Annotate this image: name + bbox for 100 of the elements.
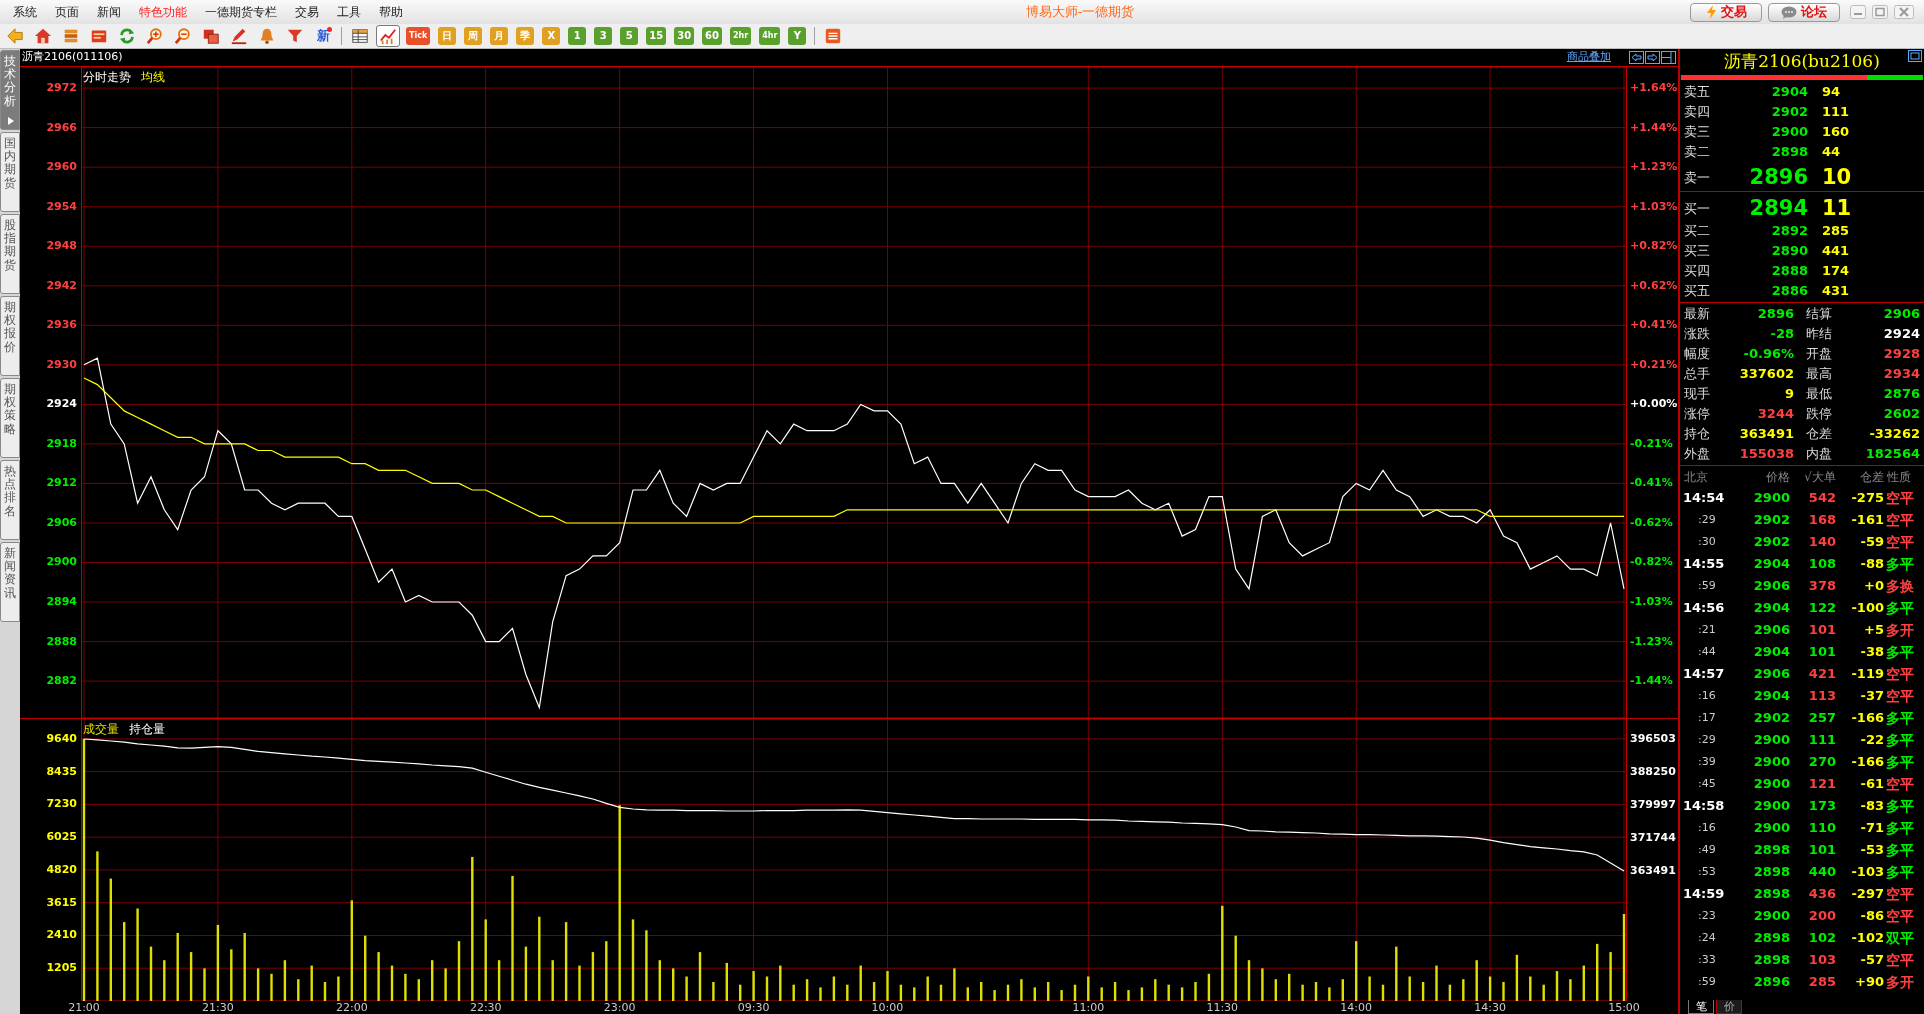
trade-type: 多换: [1885, 576, 1915, 596]
period-button[interactable]: X: [542, 27, 561, 45]
volume-bar: [1555, 971, 1559, 1001]
order-label: 卖五: [1683, 83, 1711, 102]
period-button[interactable]: 周: [464, 27, 483, 45]
period-button[interactable]: 1: [568, 27, 587, 45]
menu-item[interactable]: 新闻: [88, 3, 130, 21]
sidebar-tab[interactable]: 技术分析: [0, 50, 20, 130]
column-header: 仓差: [1859, 468, 1884, 486]
forum-button[interactable]: 论坛: [1768, 2, 1840, 22]
axis-label: +0.21%: [1630, 357, 1678, 372]
volume-bar: [1462, 979, 1465, 1001]
sidebar-tab[interactable]: 股指期货: [0, 214, 20, 294]
minimize-icon[interactable]: [1850, 5, 1866, 19]
time-label: 11:00: [1072, 1001, 1105, 1014]
stat-value: 182564: [1864, 445, 1920, 463]
close-icon[interactable]: [1894, 5, 1914, 19]
line-chart-icon: [379, 27, 397, 45]
legend-label: 均线: [141, 69, 165, 86]
period-button[interactable]: 季: [516, 27, 535, 45]
menu-item[interactable]: 帮助: [370, 3, 412, 21]
trade-price: 2898: [1752, 841, 1790, 860]
volume-bar: [899, 984, 903, 1001]
table-icon: [351, 27, 369, 45]
trade-time: :53: [1697, 863, 1717, 880]
menu-item[interactable]: 页面: [46, 3, 88, 21]
period-button[interactable]: 2hr: [730, 27, 752, 45]
volume-bar: [1421, 982, 1425, 1001]
period-button[interactable]: 60: [702, 27, 723, 45]
menu-item[interactable]: 交易: [286, 3, 328, 21]
volume-bar: [364, 935, 367, 1001]
stat-value: 3244: [1756, 405, 1794, 423]
volume-bar: [1100, 987, 1103, 1001]
period-button[interactable]: Y: [788, 27, 807, 45]
axis-label: 2912: [46, 476, 77, 491]
volume-bar: [149, 946, 153, 1001]
axis-label: 2900: [46, 555, 77, 570]
stat-label: 幅度: [1683, 345, 1711, 363]
period-button[interactable]: 3: [594, 27, 613, 45]
volume-bar: [752, 971, 755, 1001]
trade-button[interactable]: 交易: [1690, 2, 1762, 22]
trade-price: 2898: [1752, 951, 1790, 970]
trade-time: 14:57: [1682, 665, 1726, 684]
arrow-right-icon[interactable]: [1645, 51, 1660, 64]
volume-bar: [1515, 954, 1519, 1001]
order-price: 2900: [1770, 123, 1808, 142]
axis-label: -0.82%: [1630, 555, 1673, 570]
volume-bar: [832, 976, 836, 1001]
maximize-icon[interactable]: [1908, 50, 1922, 62]
period-button[interactable]: 月: [490, 27, 509, 45]
toolbar-button[interactable]: [376, 25, 400, 47]
volume-bar: [1448, 984, 1452, 1001]
period-button[interactable]: 5: [620, 27, 639, 45]
menu-item[interactable]: 一德期货专栏: [196, 3, 286, 21]
volume-bar: [819, 987, 822, 1001]
period-button[interactable]: 4hr: [759, 27, 781, 45]
volume-bar: [297, 979, 300, 1001]
menu-item[interactable]: 系统: [4, 3, 46, 21]
trade-price: 2902: [1752, 533, 1790, 552]
stat-label: 内盘: [1805, 445, 1833, 463]
sidebar-tab[interactable]: 期权策略: [0, 378, 20, 458]
volume-bar: [337, 976, 340, 1001]
trade-price: 2906: [1752, 621, 1790, 640]
bottom-tab[interactable]: 价: [1716, 1000, 1742, 1014]
trade-volume: 122: [1807, 599, 1836, 618]
menu-item[interactable]: 工具: [328, 3, 370, 21]
period-button[interactable]: 15: [646, 27, 667, 45]
trade-volume: 378: [1807, 577, 1836, 596]
home-icon: [34, 27, 52, 45]
volume-bar: [966, 987, 969, 1001]
period-button[interactable]: 30: [674, 27, 695, 45]
volume-bar: [1006, 984, 1010, 1001]
trade-type: 多平: [1885, 862, 1915, 882]
trade-price: 2900: [1752, 753, 1790, 772]
trade-change: -100: [1850, 599, 1884, 618]
volume-bar: [1542, 984, 1545, 1001]
arrow-left-icon[interactable]: [1629, 51, 1644, 64]
new-button[interactable]: 新: [311, 25, 335, 47]
volume-bar: [953, 968, 956, 1001]
trade-price: 2904: [1752, 555, 1790, 574]
bottom-tab[interactable]: 笔: [1688, 1000, 1714, 1014]
order-price: 2896: [1748, 164, 1808, 191]
trade-price: 2900: [1752, 819, 1790, 838]
sidebar-tab[interactable]: 期权报价: [0, 296, 20, 376]
volume-bar: [846, 984, 849, 1001]
stat-label: 涨跌: [1683, 325, 1711, 343]
sidebar-tab[interactable]: 新闻资讯: [0, 542, 20, 622]
axis-label: 7230: [46, 797, 77, 812]
stat-value: -33262: [1868, 425, 1920, 443]
overlay-link[interactable]: 商品叠加: [1567, 49, 1611, 66]
period-button[interactable]: Tick: [406, 27, 431, 45]
sidebar-tab[interactable]: 国内期货: [0, 132, 20, 212]
volume-bar: [1180, 987, 1184, 1001]
trade-volume: 110: [1807, 819, 1836, 838]
menu-item[interactable]: 特色功能: [130, 3, 196, 21]
sidebar-tab[interactable]: 热点排名: [0, 460, 20, 540]
period-button[interactable]: 日: [438, 27, 457, 45]
order-label: 买五: [1683, 282, 1711, 301]
trade-volume: 257: [1807, 709, 1836, 728]
layout-icon[interactable]: [1661, 51, 1676, 64]
